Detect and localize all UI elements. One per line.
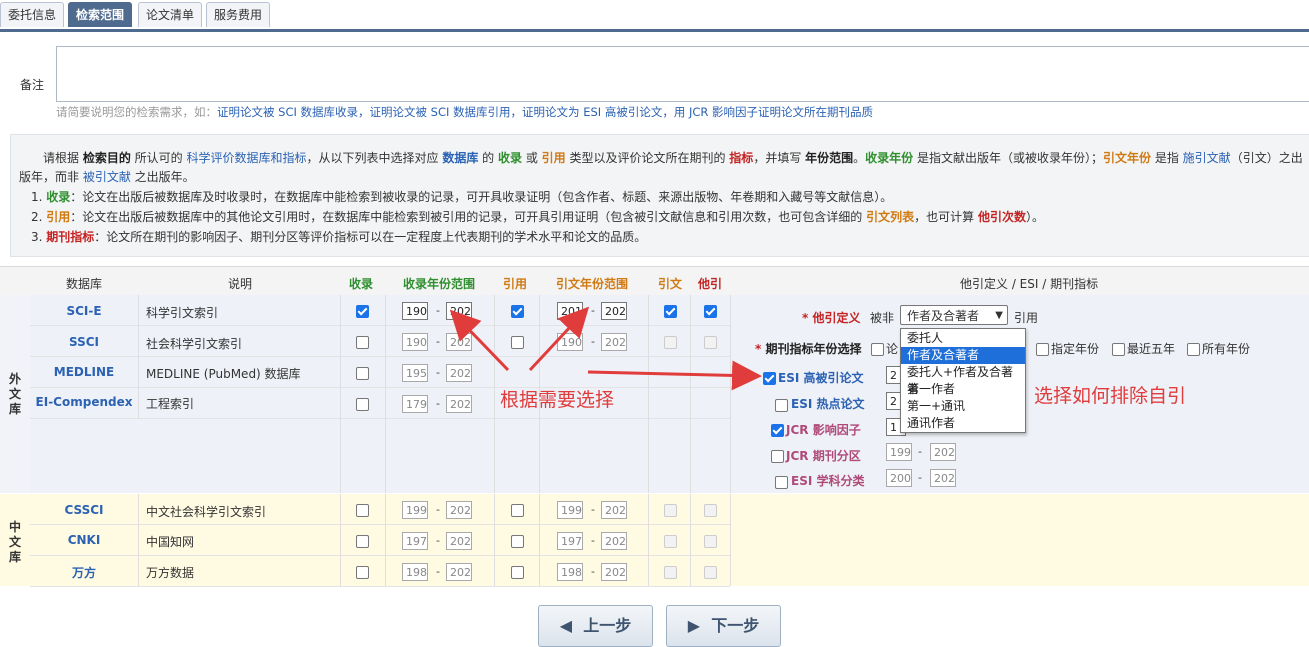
arrow-left-icon: ◀: [559, 616, 573, 635]
arrow-to-esi: [587, 360, 762, 391]
prev-step-button[interactable]: ◀ 上一步: [538, 605, 653, 647]
annotation-arrows: [449, 306, 762, 391]
annotation-exclude-self-citation: 选择如何排除自引: [1034, 385, 1187, 407]
arrow-to-citation-years: [528, 306, 590, 372]
annotation-choose-as-needed: 根据需要选择: [500, 389, 615, 411]
arrow-to-inclusion-years: [449, 309, 510, 372]
arrow-right-icon: ▶: [687, 616, 701, 635]
next-step-button[interactable]: ▶ 下一步: [666, 605, 781, 647]
